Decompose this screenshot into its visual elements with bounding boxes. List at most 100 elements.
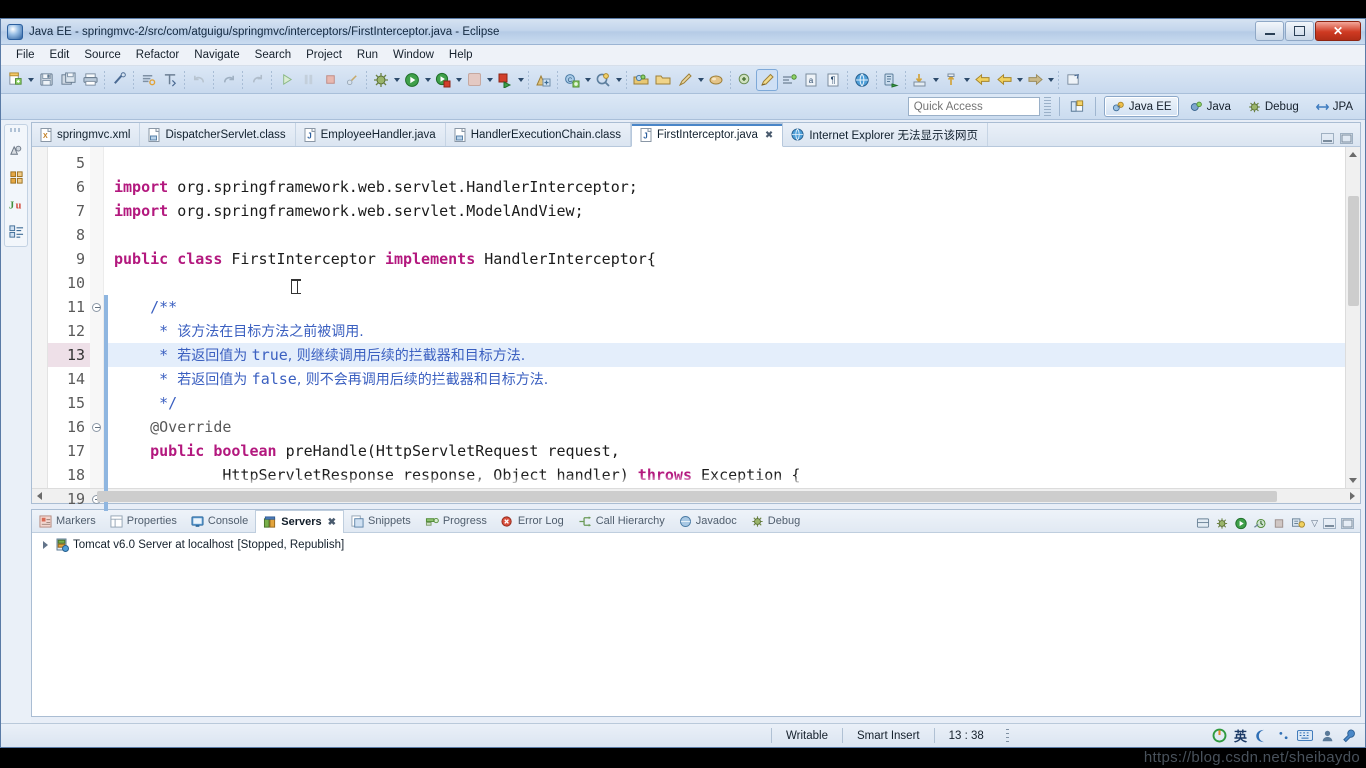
hscroll-thumb[interactable] — [97, 490, 1277, 502]
maximize-icon[interactable] — [1341, 518, 1354, 529]
new-server-icon[interactable] — [1196, 517, 1210, 530]
editor-tab-internet-explorer[interactable]: Internet Explorer 无法显示该网页 — [783, 123, 989, 146]
tab-servers[interactable]: Servers ✖ — [255, 510, 344, 533]
run-last-icon[interactable] — [276, 70, 296, 90]
ime-punct-icon[interactable] — [1275, 728, 1291, 744]
folding-ruler[interactable] — [90, 147, 104, 504]
new-class-icon[interactable]: C — [562, 70, 582, 90]
annotation-dropdown-icon[interactable] — [696, 71, 705, 89]
scroll-right-button[interactable] — [1345, 489, 1360, 504]
junit-icon[interactable]: Ju — [7, 195, 25, 213]
back-history-icon[interactable] — [247, 70, 267, 90]
menu-navigate[interactable]: Navigate — [187, 47, 246, 63]
restore-view-icon[interactable] — [1063, 70, 1083, 90]
hscroll-track[interactable] — [47, 489, 1345, 504]
perspective-debug[interactable]: Debug — [1241, 96, 1305, 117]
tab-error-log[interactable]: Error Log — [494, 510, 571, 532]
menu-project[interactable]: Project — [299, 47, 349, 63]
publish-server-icon[interactable] — [1291, 517, 1306, 530]
rail-drag-handle[interactable] — [10, 128, 22, 132]
download-dropdown-icon[interactable] — [931, 71, 940, 89]
close-button[interactable]: ✕ — [1315, 21, 1361, 41]
tab-progress[interactable]: Progress — [418, 510, 494, 532]
ime-chinese-icon[interactable]: 英 — [1234, 726, 1247, 745]
new-class-dropdown-icon[interactable] — [583, 71, 592, 89]
open-perspective-icon[interactable] — [1068, 97, 1087, 116]
external-tools-dropdown-icon[interactable] — [485, 71, 494, 89]
back-icon[interactable] — [972, 70, 992, 90]
tab-console[interactable]: Console — [184, 510, 255, 532]
editor-tab-employeehandler-java[interactable]: J EmployeeHandler.java — [296, 123, 446, 146]
show-whitespace-icon[interactable] — [779, 70, 799, 90]
menu-source[interactable]: Source — [77, 47, 127, 63]
new-java-package-icon[interactable] — [533, 70, 553, 90]
tools-icon[interactable] — [1341, 728, 1357, 744]
external-tools-icon[interactable] — [464, 70, 484, 90]
search-declaration-icon[interactable] — [593, 70, 613, 90]
upload-dropdown-icon[interactable] — [962, 71, 971, 89]
new-wizard-dropdown-icon[interactable] — [26, 71, 35, 89]
maximize-icon[interactable] — [1340, 133, 1353, 144]
profile-dropdown-icon[interactable] — [516, 71, 525, 89]
minimize-button[interactable] — [1255, 21, 1284, 41]
tab-call-hierarchy[interactable]: Call Hierarchy — [571, 510, 672, 532]
annotation-ruler[interactable] — [32, 147, 48, 488]
run-as-server-icon[interactable] — [433, 70, 453, 90]
block-selection-icon[interactable]: a — [801, 70, 821, 90]
power-icon[interactable] — [1212, 728, 1228, 744]
stop-server-icon[interactable] — [1272, 517, 1286, 530]
scroll-thumb[interactable] — [1348, 196, 1359, 306]
back-dropdown-icon[interactable] — [1015, 71, 1024, 89]
editor-tab-firstinterceptor-java[interactable]: J FirstInterceptor.java ✖ — [630, 123, 784, 147]
menu-file[interactable]: File — [9, 47, 42, 63]
save-icon[interactable] — [36, 70, 56, 90]
menu-run[interactable]: Run — [350, 47, 385, 63]
open-type-icon[interactable] — [631, 70, 651, 90]
outline-icon[interactable] — [7, 222, 25, 240]
tab-properties[interactable]: Properties — [103, 510, 184, 532]
keyboard-icon[interactable] — [1297, 728, 1313, 744]
tab-markers[interactable]: Markers — [32, 510, 103, 532]
quick-fix-icon[interactable] — [706, 70, 726, 90]
editor-tab-dispatcherservlet-class[interactable]: DispatcherServlet.class — [140, 123, 296, 146]
run-icon[interactable] — [402, 70, 422, 90]
debug-dropdown-icon[interactable] — [392, 71, 401, 89]
tab-debug[interactable]: Debug — [744, 510, 807, 532]
maximize-button[interactable] — [1285, 21, 1314, 41]
editor-tab-close-icon[interactable]: ✖ — [765, 130, 773, 141]
tab-close-icon[interactable]: ✖ — [328, 517, 336, 528]
toggle-mark-occurrences-icon[interactable] — [756, 68, 778, 91]
toggle-marker-icon[interactable] — [109, 70, 129, 90]
upload-icon[interactable] — [941, 70, 961, 90]
editor-horizontal-scrollbar[interactable] — [32, 488, 1360, 503]
menu-edit[interactable]: Edit — [43, 47, 77, 63]
debug-icon[interactable] — [371, 70, 391, 90]
open-web-browser-icon[interactable] — [852, 70, 872, 90]
forward-icon[interactable] — [1025, 70, 1045, 90]
perspective-jpa[interactable]: JPA — [1309, 96, 1359, 117]
source-text[interactable]: import org.springframework.web.servlet.H… — [108, 147, 1345, 488]
debug-server-icon[interactable] — [1215, 517, 1229, 530]
scroll-down-button[interactable] — [1346, 473, 1360, 488]
status-resize-grip[interactable] — [1005, 728, 1009, 743]
editor-tab-handlerexecutionchain-class[interactable]: HandlerExecutionChain.class — [446, 123, 631, 146]
next-annotation-icon[interactable] — [735, 70, 755, 90]
project-explorer-icon[interactable] — [7, 168, 25, 186]
scroll-up-button[interactable] — [1346, 147, 1360, 162]
minimize-icon[interactable] — [1323, 518, 1336, 529]
forward-dropdown-icon[interactable] — [1046, 71, 1055, 89]
open-resource-icon[interactable] — [653, 70, 673, 90]
save-all-icon[interactable] — [58, 70, 78, 90]
tab-snippets[interactable]: Snippets — [344, 510, 418, 532]
new-wizard-icon[interactable] — [5, 70, 25, 90]
search-declaration-dropdown-icon[interactable] — [614, 71, 623, 89]
profile-icon[interactable] — [495, 70, 515, 90]
terminate-icon[interactable] — [320, 70, 340, 90]
server-tree-row[interactable]: Tomcat v6.0 Server at localhost [Stopped… — [40, 538, 1360, 552]
run-as-server-dropdown-icon[interactable] — [454, 71, 463, 89]
minimize-icon[interactable] — [1321, 133, 1334, 144]
profile-server-icon[interactable] — [1253, 517, 1267, 530]
forward-prev-icon[interactable] — [994, 70, 1014, 90]
menu-refactor[interactable]: Refactor — [129, 47, 186, 63]
run-dropdown-icon[interactable] — [423, 71, 432, 89]
